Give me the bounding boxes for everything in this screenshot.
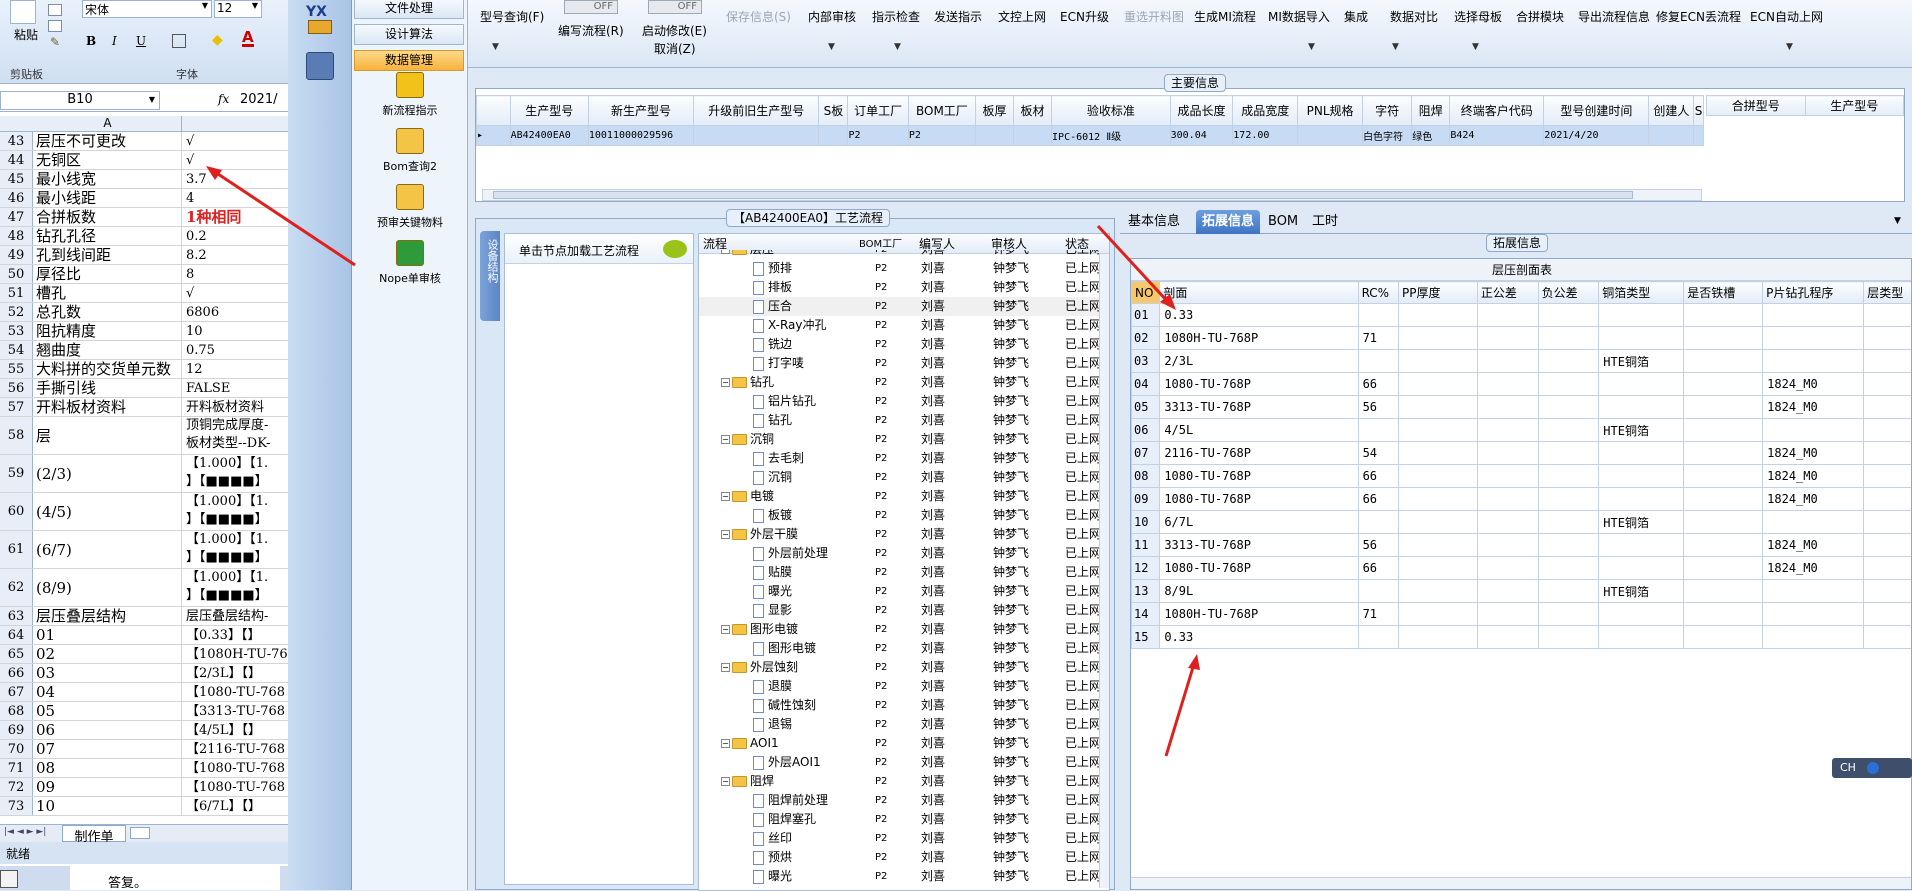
- annotation-layer: [0, 0, 1912, 890]
- annotation-arrow-head: [206, 166, 222, 180]
- annotation-arrow: [1098, 226, 1168, 302]
- annotation-arrow: [1166, 664, 1194, 756]
- annotation-arrow: [212, 170, 355, 265]
- annotation-arrow-head: [1188, 654, 1200, 670]
